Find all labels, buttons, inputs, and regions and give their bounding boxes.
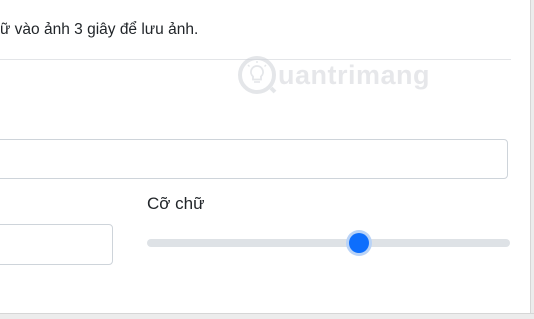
font-size-slider[interactable] xyxy=(147,230,510,256)
window-bottom-edge xyxy=(0,313,534,319)
slider-thumb[interactable] xyxy=(349,233,370,253)
font-size-label: Cỡ chữ xyxy=(147,194,205,213)
secondary-input[interactable] xyxy=(0,224,113,265)
slider-track[interactable] xyxy=(147,239,510,247)
save-instruction-text: ữ vào ảnh 3 giây để lưu ảnh. xyxy=(0,21,199,38)
window-right-edge xyxy=(530,0,534,318)
text-content-input[interactable] xyxy=(0,139,508,179)
lightbulb-logo-icon xyxy=(238,56,277,94)
watermark-text: uantrimang xyxy=(278,59,431,90)
watermark-logo: uantrimang xyxy=(237,50,430,100)
